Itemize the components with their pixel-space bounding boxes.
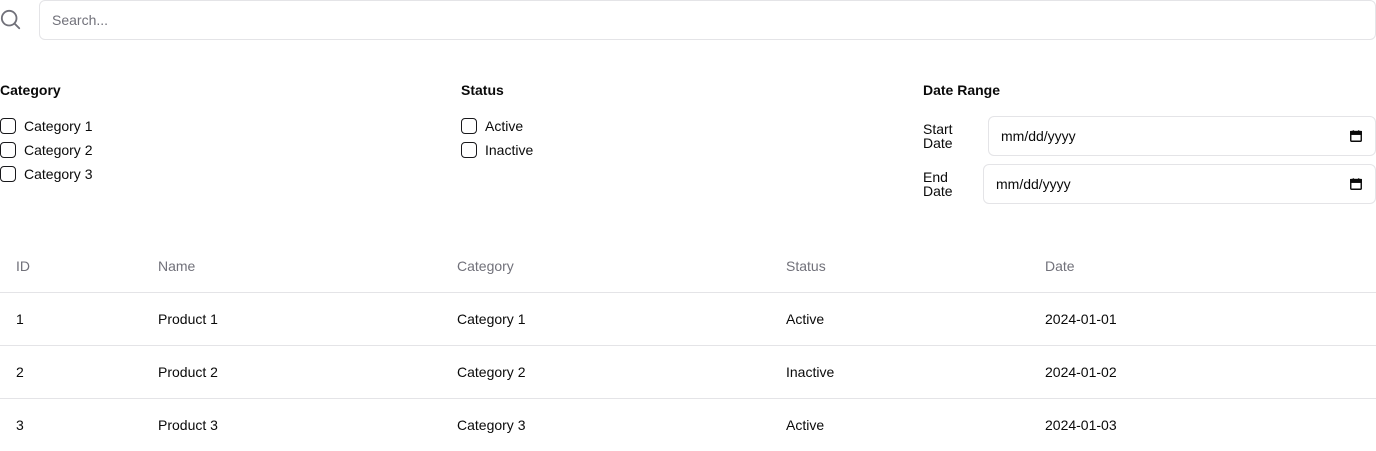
- table-row[interactable]: 1 Product 1 Category 1 Active 2024-01-01: [0, 292, 1376, 346]
- category-option-label: Category 3: [24, 166, 93, 182]
- column-header-id[interactable]: ID: [0, 240, 142, 293]
- cell-id: 3: [16, 416, 24, 433]
- table-row[interactable]: 3 Product 3 Category 3 Active 2024-01-03: [0, 398, 1376, 451]
- start-date-input[interactable]: mm/dd/yyyy: [988, 116, 1376, 156]
- end-date-label: End Date: [923, 169, 953, 199]
- status-option-active[interactable]: Active: [461, 114, 901, 138]
- table-header-row: ID Name Category Status Date: [0, 240, 1376, 293]
- date-range-filter: Date Range: [923, 80, 1376, 100]
- category-option-label: Category 2: [24, 142, 93, 158]
- start-date-row: Start Date mm/dd/yyyy: [923, 116, 1376, 156]
- date-range-title: Date Range: [923, 82, 1001, 98]
- status-filter: Status Active Inactive: [461, 80, 901, 162]
- status-options: Active Inactive: [461, 114, 901, 162]
- column-header-status[interactable]: Status: [770, 240, 1029, 293]
- cell-category: Category 3: [457, 416, 526, 433]
- cell-id: 2: [0, 345, 142, 399]
- cell-name: Product 3: [158, 416, 218, 433]
- table-row[interactable]: 2 Product 2 Category 2 Inactive 2024-01-…: [0, 345, 1376, 399]
- cell-category: Category 2: [441, 345, 770, 399]
- category-2-checkbox[interactable]: [0, 142, 16, 158]
- category-1-checkbox[interactable]: [0, 118, 16, 134]
- cell-date: 2024-01-01: [1029, 292, 1376, 346]
- calendar-icon[interactable]: [1349, 177, 1363, 191]
- cell-id: 1: [0, 292, 142, 346]
- search-bar: [0, 0, 1376, 40]
- status-option-inactive[interactable]: Inactive: [461, 138, 901, 162]
- status-option-label: Active: [485, 118, 524, 134]
- cell-category: Category 1: [441, 292, 770, 346]
- category-filter: Category Category 1 Category 2 Category …: [0, 80, 440, 186]
- inactive-checkbox[interactable]: [461, 142, 477, 158]
- category-filter-title: Category: [0, 82, 61, 98]
- cell-status: Active: [770, 292, 1029, 346]
- end-date-row: End Date mm/dd/yyyy: [923, 164, 1376, 204]
- end-date-input[interactable]: mm/dd/yyyy: [983, 164, 1376, 204]
- cell-name: Product 2: [142, 345, 441, 399]
- start-date-label: Start Date: [923, 121, 953, 151]
- cell-date: 2024-01-03: [1045, 416, 1117, 433]
- search-icon: [0, 9, 21, 30]
- search-input[interactable]: [39, 0, 1376, 40]
- calendar-icon[interactable]: [1349, 129, 1363, 143]
- column-header-name[interactable]: Name: [142, 240, 441, 293]
- cell-name: Product 1: [142, 292, 441, 346]
- status-option-label: Inactive: [485, 142, 534, 158]
- active-checkbox[interactable]: [461, 118, 477, 134]
- category-option-2[interactable]: Category 2: [0, 138, 440, 162]
- start-date-value: mm/dd/yyyy: [1001, 128, 1076, 144]
- status-filter-title: Status: [461, 82, 504, 98]
- products-table: ID Name Category Status Date 1 Product 1…: [0, 240, 1376, 451]
- category-option-label: Category 1: [24, 118, 93, 134]
- category-3-checkbox[interactable]: [0, 166, 16, 182]
- end-date-value: mm/dd/yyyy: [996, 176, 1071, 192]
- cell-status: Inactive: [770, 345, 1029, 399]
- category-option-3[interactable]: Category 3: [0, 162, 440, 186]
- cell-date: 2024-01-02: [1029, 345, 1376, 399]
- cell-status: Active: [786, 416, 825, 433]
- column-header-category[interactable]: Category: [441, 240, 770, 293]
- category-options: Category 1 Category 2 Category 3: [0, 114, 440, 186]
- category-option-1[interactable]: Category 1: [0, 114, 440, 138]
- column-header-date[interactable]: Date: [1029, 240, 1376, 293]
